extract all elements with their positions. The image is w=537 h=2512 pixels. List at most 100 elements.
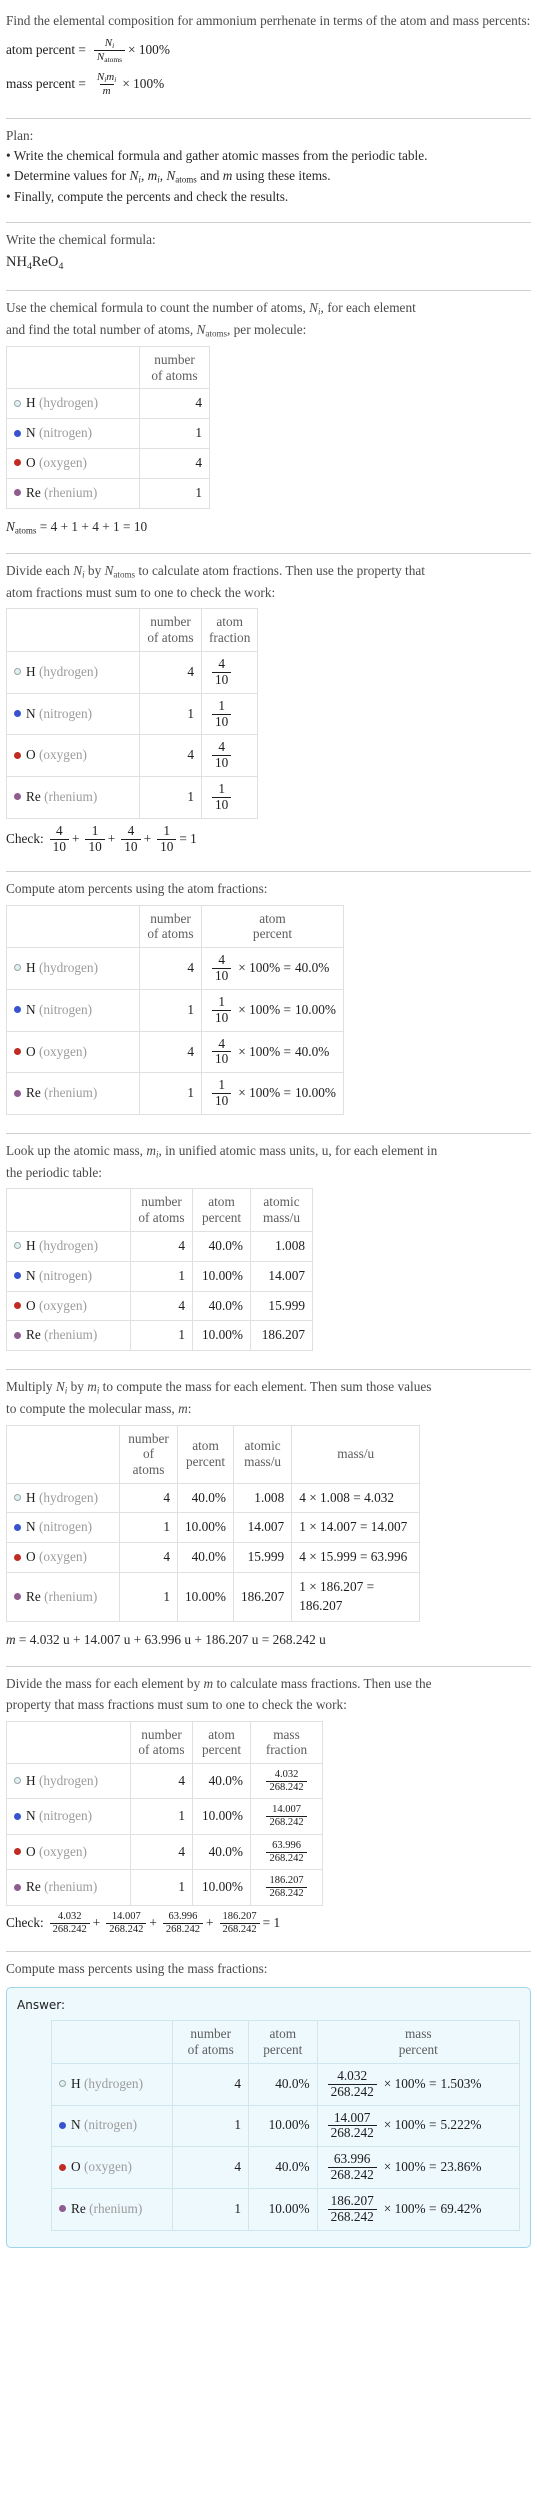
element-dot-icon <box>59 2121 66 2129</box>
mass-fraction-section: Divide the mass for each element by m to… <box>6 1669 531 1944</box>
count-value: 4 <box>130 1762 193 1800</box>
element-name: (hydrogen) <box>83 2075 144 2091</box>
solution-page: Find the elemental composition for ammon… <box>0 0 537 2266</box>
count-value: 1 <box>130 1260 193 1292</box>
divider <box>6 553 531 555</box>
header-blank <box>6 608 140 652</box>
element-dot-icon <box>14 489 21 497</box>
element-name: (nitrogen) <box>38 1267 93 1283</box>
count-value: 4 <box>130 1833 193 1871</box>
atomic-mass-value: 1.008 <box>250 1230 313 1262</box>
atom-percent-label: atom percent = <box>6 42 86 58</box>
table-row: H (hydrogen) 4 <box>6 388 210 420</box>
element-dot-icon <box>14 1301 21 1309</box>
element-cell-h: H (hydrogen) <box>6 650 140 694</box>
mass-section: Multiply Ni by mi to compute the mass fo… <box>6 1372 531 1658</box>
atom-percent-value: 10.00% <box>192 1798 251 1835</box>
element-symbol: Re <box>26 1879 41 1895</box>
atomic-mass-table: number of atoms atom percent atomic mass/u … <box>6 1188 313 1352</box>
atom-percent-fraction: Ni Natoms <box>93 37 126 65</box>
mass-fraction-value: 14.007 268.242 <box>250 1798 323 1835</box>
element-symbol: H <box>26 959 36 975</box>
header-atomic-mass: atomic mass/u <box>250 1188 313 1232</box>
np-den-sub: atoms <box>104 55 123 65</box>
element-symbol: Re <box>26 484 41 500</box>
count-atoms-prompt-2: and find the total number of atoms, Nato… <box>6 321 307 339</box>
count-value: 4 <box>119 1542 178 1574</box>
count-value: 4 <box>139 734 202 778</box>
element-dot-icon <box>59 2163 66 2171</box>
element-symbol: H <box>26 1772 36 1788</box>
element-name: (hydrogen) <box>38 1489 99 1505</box>
element-cell-re: Re (rhenium) <box>6 776 140 819</box>
element-name: (oxygen) <box>38 747 87 763</box>
element-symbol: H <box>26 395 36 411</box>
table-row: O (oxygen) 4 4 10 × 100% = 40.0% <box>6 1030 344 1074</box>
header-mass: mass/u <box>291 1424 421 1484</box>
element-dot-icon <box>14 751 21 759</box>
element-symbol: H <box>26 1237 36 1253</box>
count-value: 1 <box>130 1869 193 1906</box>
atom-percent-value: 10.00% <box>177 1512 234 1544</box>
table-row: H (hydrogen) 4 40.0% 1.008 <box>6 1230 313 1262</box>
atom-percent-section: Compute atom percents using the atom fra… <box>6 874 531 1125</box>
element-dot-icon <box>14 964 21 972</box>
header-blank <box>6 1188 131 1232</box>
mass-fraction-value: 4.032 268.242 <box>250 1762 323 1800</box>
mass-percent-formula: mass percent = Nimi m × 100% <box>6 71 531 98</box>
atom-percent-value: 40.0% <box>192 1762 251 1800</box>
mp-den-m: m <box>102 85 111 98</box>
table-row: H (hydrogen) 4 4 10 × 100% = 40.0% <box>6 947 344 990</box>
table-row: Re (rhenium) 1 10.00% 186.207 <box>6 1320 313 1352</box>
element-symbol: N <box>26 1519 36 1535</box>
element-name: (oxygen) <box>38 1843 87 1859</box>
answer-label: Answer: <box>17 1998 66 2013</box>
mass-fraction-value: 63.996 268.242 <box>250 1833 323 1871</box>
atom-percent-value: 10.00% <box>192 1260 251 1292</box>
check-label: Check: <box>6 1914 44 1930</box>
mass-expression: 1 × 186.207 = 186.207 <box>291 1572 421 1622</box>
element-dot-icon <box>14 459 21 467</box>
atomic-mass-value: 186.207 <box>250 1320 313 1352</box>
count-value: 4 <box>172 2146 250 2190</box>
header-number-of-atoms: number of atoms <box>130 1188 193 1232</box>
element-cell-h: H (hydrogen) <box>50 2062 174 2106</box>
header-number-of-atoms: number of atoms <box>119 1424 178 1484</box>
table-row: H (hydrogen) 4 4 10 <box>6 650 259 694</box>
mass-expression: 4 × 15.999 = 63.996 <box>291 1542 421 1574</box>
table-row: O (oxygen) 4 40.0% 15.999 <box>6 1290 313 1322</box>
element-symbol: N <box>71 2117 81 2133</box>
element-dot-icon <box>14 1848 21 1856</box>
element-symbol: O <box>26 1549 36 1565</box>
divider <box>6 117 531 119</box>
element-symbol: Re <box>26 1327 41 1343</box>
element-dot-icon <box>14 399 21 407</box>
element-cell-n: N (nitrogen) <box>6 1798 131 1835</box>
plan-bullet-2: • Determine values for Ni, mi, Natoms an… <box>6 168 331 185</box>
header-atomic-mass: atomic mass/u <box>232 1424 293 1484</box>
element-symbol: N <box>26 1001 36 1017</box>
mass-percent-expression: 63.996 268.242 × 100% = 23.86% <box>316 2146 521 2190</box>
mass-percent-prompt: Compute mass percents using the mass fra… <box>6 1961 268 1977</box>
problem-section: Find the elemental composition for ammon… <box>6 6 531 110</box>
mass-expression: 1 × 14.007 = 14.007 <box>291 1512 421 1544</box>
atom-fraction-section: Divide each Ni by Natoms to calculate at… <box>6 556 531 863</box>
count-atoms-prompt-1: Use the chemical formula to count the nu… <box>6 300 416 317</box>
divider <box>6 1951 531 1953</box>
element-symbol: N <box>26 1808 36 1824</box>
count-value: 1 <box>130 1320 193 1352</box>
element-name: (hydrogen) <box>38 663 99 679</box>
element-dot-icon <box>14 1883 21 1891</box>
atom-percent-expression: 1 10 × 100% = 10.00% <box>201 1072 344 1116</box>
atom-percent-value: 40.0% <box>177 1542 234 1574</box>
table-row: O (oxygen) 4 <box>6 448 210 479</box>
element-name: (oxygen) <box>38 1549 87 1565</box>
header-mass-fraction: mass fraction <box>250 1720 323 1764</box>
table-row: O (oxygen) 4 40.0% 63.996 268.242 × 100% =… <box>50 2146 521 2190</box>
atom-fraction-value: 1 10 <box>200 776 259 819</box>
table-header-row: number of atoms <box>6 345 210 390</box>
mass-percent-expression: 4.032 268.242 × 100% = 1.503% <box>316 2062 521 2106</box>
atom-percent-value: 10.00% <box>192 1320 251 1352</box>
plan-heading: Plan: <box>6 127 34 143</box>
count-value: 4 <box>139 947 202 990</box>
